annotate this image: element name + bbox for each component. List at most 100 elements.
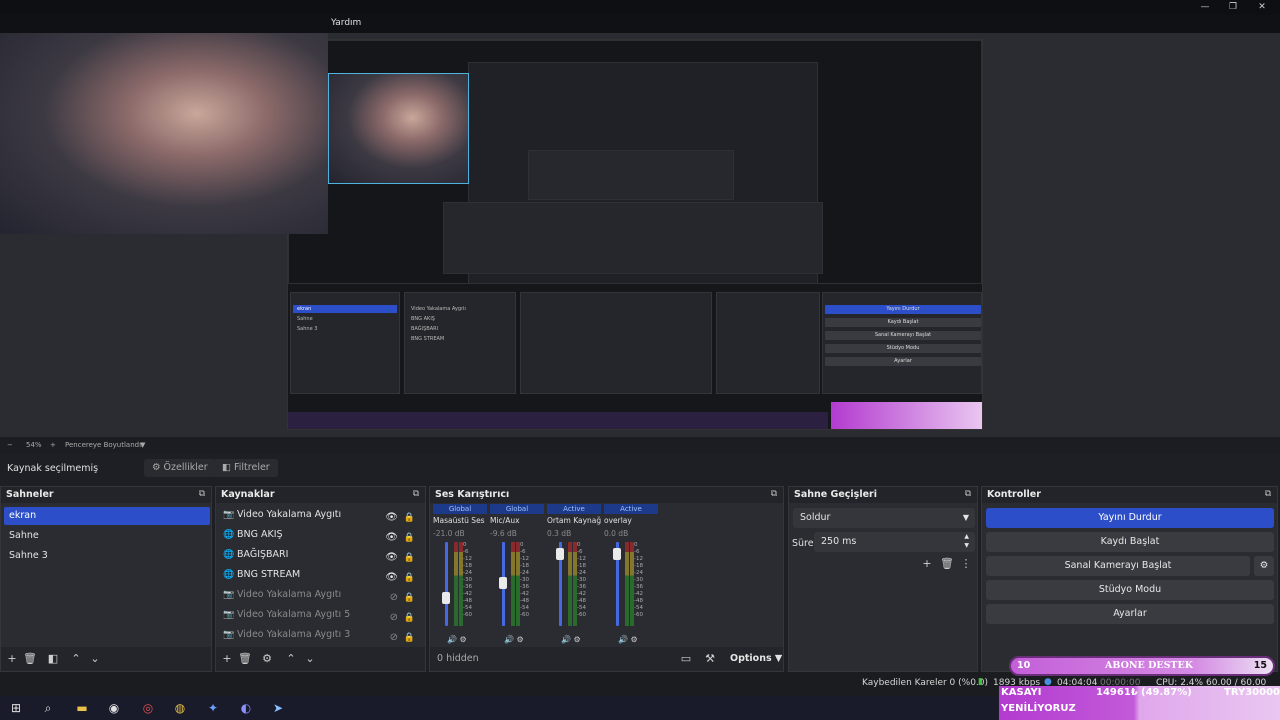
eye-icon[interactable]: 👁 — [385, 569, 398, 587]
channel-name[interactable]: overlay — [604, 516, 658, 525]
obs-icon[interactable]: ◉ — [106, 700, 122, 716]
arrow-up-icon[interactable]: ⌃ — [284, 652, 298, 666]
lock-icon[interactable]: 🔒 — [404, 629, 415, 647]
zoom-out-button[interactable]: − — [7, 441, 13, 449]
level-meter — [511, 542, 515, 626]
settings-button[interactable]: Ayarlar — [986, 604, 1274, 624]
scale-tick: -6 — [577, 549, 583, 555]
fader-knob[interactable] — [613, 547, 621, 560]
options-button[interactable]: Options ▼ — [730, 653, 782, 664]
studio-mode-button[interactable]: Stüdyo Modu — [986, 580, 1274, 600]
eye-icon[interactable]: 👁 — [385, 529, 398, 547]
discord-icon[interactable]: ◐ — [238, 700, 254, 716]
add-icon[interactable]: + — [920, 557, 934, 571]
speaker-icon[interactable]: 🔊 — [504, 635, 514, 644]
trash-icon[interactable]: 🗑 — [23, 652, 37, 666]
channel-name[interactable]: Masaüstü Ses — [433, 516, 487, 525]
channel-name[interactable]: Ortam Kaynağı — [547, 516, 601, 525]
trash-icon[interactable]: 🗑 — [238, 652, 252, 666]
chrome-icon[interactable]: ◍ — [172, 700, 188, 716]
lock-icon[interactable]: 🔒 — [404, 569, 415, 587]
undock-icon[interactable]: ⧉ — [769, 489, 779, 499]
gear-icon[interactable]: ⚙ — [460, 635, 467, 644]
steam-icon[interactable]: ➤ — [270, 700, 286, 716]
undock-icon[interactable]: ⧉ — [1263, 489, 1273, 499]
layout-icon[interactable]: ▭ — [679, 652, 693, 666]
eye-icon[interactable]: 👁 — [385, 509, 398, 527]
trash-icon[interactable]: 🗑 — [940, 557, 954, 571]
lock-icon[interactable]: 🔒 — [404, 529, 415, 547]
gear-icon[interactable]: ⚙ — [631, 635, 638, 644]
filter-icon: ◧ — [222, 462, 234, 473]
channel-name[interactable]: Mic/Aux — [490, 516, 544, 525]
mini-sources-panel: Video Yakalama Aygıtı BNG AKIŞ BAĞIŞBARI… — [404, 292, 516, 394]
speaker-icon[interactable]: 🔊 — [447, 635, 457, 644]
source-item[interactable]: 🌐 BNG STREAM 👁 🔒 — [220, 566, 421, 584]
source-item[interactable]: 📷 Video Yakalama Aygıtı 3 ⊘ 🔒 — [220, 626, 421, 644]
undock-icon[interactable]: ⧉ — [963, 489, 973, 499]
windows-start-icon[interactable]: ⊞ — [8, 700, 24, 716]
webcam-overlay — [0, 33, 328, 234]
speaker-icon[interactable]: 🔊 — [561, 635, 571, 644]
stop-stream-button[interactable]: Yayını Durdur — [986, 508, 1274, 528]
volume-fader[interactable] — [445, 542, 448, 626]
source-item[interactable]: 📷 Video Yakalama Aygıtı 👁 🔒 — [220, 506, 421, 524]
add-icon[interactable]: + — [5, 652, 19, 666]
scene-item-sahne[interactable]: Sahne — [4, 527, 210, 545]
file-explorer-icon[interactable]: ▬ — [74, 700, 90, 716]
minimize-button[interactable]: — — [1196, 2, 1214, 12]
transition-type-select[interactable]: Soldur ▼ — [793, 508, 975, 528]
scale-tick: -12 — [520, 556, 529, 562]
mini-source: BNG AKIŞ — [411, 316, 435, 322]
undock-icon[interactable]: ⧉ — [411, 489, 421, 499]
mini-scenes-panel: ekran Sahne Sahne 3 — [290, 292, 400, 394]
arrow-down-icon[interactable]: ⌄ — [88, 652, 102, 666]
eye-hidden-icon[interactable]: ⊘ — [390, 589, 398, 607]
more-icon[interactable]: ⋮ — [959, 557, 973, 571]
virtual-camera-settings-button[interactable]: ⚙ — [1254, 556, 1274, 576]
goal-right-value: 15 — [1253, 660, 1267, 671]
undock-icon[interactable]: ⧉ — [197, 489, 207, 499]
eye-hidden-icon[interactable]: ⊘ — [390, 629, 398, 647]
source-item[interactable]: 📷 Video Yakalama Aygıtı 5 ⊘ 🔒 — [220, 606, 421, 624]
fader-knob[interactable] — [442, 592, 450, 605]
source-item[interactable]: 🌐 BNG AKIŞ 👁 🔒 — [220, 526, 421, 544]
gear-icon[interactable]: ⚙ — [574, 635, 581, 644]
filters-button[interactable]: ◧ Filtreler — [214, 459, 278, 477]
add-icon[interactable]: + — [220, 652, 234, 666]
duration-spinbox[interactable]: 250 ms ▲ ▼ — [814, 532, 975, 552]
lock-icon[interactable]: 🔒 — [404, 549, 415, 567]
lock-icon[interactable]: 🔒 — [404, 589, 415, 607]
lock-icon[interactable]: 🔒 — [404, 609, 415, 627]
obs-recording-icon[interactable]: ◎ — [140, 700, 156, 716]
scene-item-ekran[interactable]: ekran — [4, 507, 210, 525]
source-item[interactable]: 🌐 BAĞIŞBARI 👁 🔒 — [220, 546, 421, 564]
app-icon[interactable]: ✦ — [205, 700, 221, 716]
restore-button[interactable]: ❐ — [1224, 2, 1242, 12]
virtual-camera-button[interactable]: Sanal Kamerayı Başlat — [986, 556, 1250, 576]
wrench-icon[interactable]: ⚒ — [703, 652, 717, 666]
gear-icon[interactable]: ⚙ — [260, 652, 274, 666]
fader-knob[interactable] — [499, 576, 507, 589]
source-item[interactable]: 📷 Video Yakalama Aygıtı ⊘ 🔒 — [220, 586, 421, 604]
arrow-down-icon[interactable]: ⌄ — [303, 652, 317, 666]
gear-icon[interactable]: ⚙ — [517, 635, 524, 644]
lock-icon[interactable]: 🔒 — [404, 509, 415, 527]
close-button[interactable]: ✕ — [1253, 2, 1271, 12]
eye-icon[interactable]: 👁 — [385, 549, 398, 567]
properties-button[interactable]: ⚙ Özellikler — [144, 459, 216, 477]
scene-item-sahne-3[interactable]: Sahne 3 — [4, 547, 210, 565]
menu-help[interactable]: Yardım — [331, 18, 361, 28]
eye-hidden-icon[interactable]: ⊘ — [390, 609, 398, 627]
webcam-selection-box[interactable] — [328, 73, 469, 184]
speaker-icon[interactable]: 🔊 — [618, 635, 628, 644]
scenes-dock: Sahneler ⧉ ekran Sahne Sahne 3 + 🗑 ◧ ⌃ ⌄ — [0, 486, 212, 672]
fader-knob[interactable] — [556, 547, 564, 560]
search-icon[interactable]: ⌕ — [40, 700, 56, 716]
arrow-up-icon[interactable]: ⌃ — [69, 652, 83, 666]
preview-area[interactable]: ekran Sahne Sahne 3 Video Yakalama Aygıt… — [0, 33, 1280, 437]
chevron-down-icon[interactable]: ▼ — [140, 441, 145, 449]
zoom-in-button[interactable]: + — [50, 441, 56, 449]
filter-icon[interactable]: ◧ — [46, 652, 60, 666]
start-recording-button[interactable]: Kaydı Başlat — [986, 532, 1274, 552]
